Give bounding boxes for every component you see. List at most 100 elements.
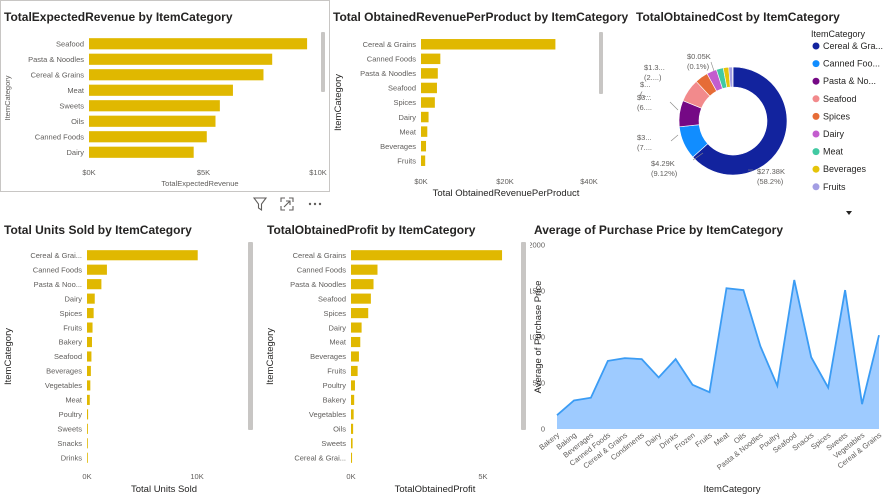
x-tick-label: $0K: [82, 168, 95, 177]
x-axis-title: TotalExpectedRevenue: [161, 179, 238, 188]
x-tick-label: 0K: [82, 472, 91, 481]
bar: [421, 97, 435, 108]
x-axis-title: TotalObtainedProfit: [395, 484, 476, 495]
obtained-profit-visual[interactable]: TotalObtainedProfit by ItemCategory Item…: [262, 218, 530, 501]
category-label: Meat: [329, 338, 347, 347]
obtained-cost-donut: $27.38K(58.2%)$4.29K(9.12%)$3...(7....$3…: [637, 29, 883, 192]
bar: [351, 423, 354, 434]
bar: [351, 380, 355, 391]
category-label: Sweets: [59, 101, 84, 110]
legend-item-label: Cereal & Gra...: [823, 41, 883, 51]
legend-item-label: Dairy: [823, 129, 845, 139]
units-sold-visual[interactable]: Total Units Sold by ItemCategory ItemCat…: [0, 218, 262, 501]
x-tick-label: Meat: [712, 430, 731, 448]
focus-mode-icon[interactable]: [279, 196, 295, 212]
expected-revenue-visual[interactable]: TotalExpectedRevenue by ItemCategory Ite…: [0, 0, 330, 192]
data-label-value: $3...: [637, 133, 652, 142]
category-label: Dairy: [398, 113, 416, 122]
category-label: Meat: [399, 127, 417, 136]
scrollbar[interactable]: [521, 242, 526, 430]
bar: [421, 53, 441, 65]
bar: [351, 264, 378, 275]
category-label: Cereal & Grains: [363, 40, 417, 49]
y-axis-title: Average of Purchase Price: [533, 281, 544, 394]
bar: [351, 250, 503, 261]
bar: [89, 100, 220, 112]
leader-line: [669, 101, 679, 111]
scrollbar[interactable]: [248, 242, 253, 430]
bar: [351, 351, 359, 362]
bar: [87, 438, 88, 449]
x-tick-label: 0K: [346, 472, 355, 481]
bar: [87, 250, 198, 261]
scrollbar[interactable]: [599, 32, 603, 94]
obtained-cost-visual[interactable]: TotalObtainedCost by ItemCategory $27.38…: [608, 0, 888, 222]
x-axis-title: Total ObtainedRevenuePerProduct: [433, 188, 580, 199]
category-label: Dairy: [64, 294, 82, 303]
legend-item-label: Beverages: [823, 164, 867, 174]
category-label: Seafood: [56, 39, 84, 48]
bar: [351, 438, 353, 449]
x-axis-title: Total Units Sold: [131, 484, 197, 495]
bar: [87, 308, 94, 319]
data-label-percent: (2....): [644, 73, 662, 82]
category-label: Pasta & Noo...: [34, 280, 82, 289]
category-label: Seafood: [54, 352, 82, 361]
category-label: Seafood: [388, 84, 416, 93]
bar: [351, 452, 353, 463]
category-label: Sweets: [321, 439, 346, 448]
category-label: Oils: [71, 117, 84, 126]
leader-line: [670, 134, 679, 142]
expected-revenue-chart: ItemCategory Seafood Pasta & Noodles Cereal…: [3, 38, 327, 188]
category-label: Cereal & Grains: [31, 70, 85, 79]
category-label: Vegetables: [309, 410, 346, 419]
avg-purchase-price-visual[interactable]: Average of Purchase Price by ItemCategor…: [530, 218, 888, 501]
bar: [351, 279, 374, 290]
legend-item-label: Seafood: [823, 94, 857, 104]
legend-item-label: Pasta & No...: [823, 76, 876, 86]
category-label: Cereal & Grains: [293, 251, 347, 260]
data-label-percent: (6....: [637, 103, 652, 112]
bar: [87, 279, 102, 290]
bar: [87, 293, 95, 304]
category-label: Cereal & Grai...: [294, 453, 346, 462]
bar: [89, 131, 207, 143]
legend-marker: [812, 165, 820, 173]
category-label: Beverages: [310, 352, 346, 361]
category-label: Canned Foods: [35, 132, 84, 141]
data-label-value: $4.29K: [651, 159, 675, 168]
x-tick-label: 10K: [190, 472, 203, 481]
data-label-percent: (58.2%): [757, 177, 784, 186]
legend-marker: [812, 112, 820, 120]
bar: [351, 308, 369, 319]
legend-marker: [812, 77, 820, 85]
category-label: Pasta & Noodles: [28, 55, 84, 64]
obtained-revenue-visual[interactable]: Total ObtainedRevenuePerProduct by ItemC…: [330, 0, 628, 205]
category-label: Cereal & Grai...: [30, 251, 82, 260]
data-label-value: $1.3...: [644, 63, 665, 72]
category-label: Spices: [323, 309, 346, 318]
category-label: Oils: [333, 425, 346, 434]
x-tick-label: $0K: [414, 177, 427, 186]
bar: [87, 409, 89, 420]
data-label-percent: (7....: [637, 143, 652, 152]
x-tick-label: 5K: [478, 472, 487, 481]
category-label: Canned Foods: [33, 265, 82, 274]
category-label: Poultry: [323, 381, 347, 390]
legend-item-label: Meat: [823, 147, 844, 157]
filter-icon[interactable]: [252, 196, 268, 212]
bar: [87, 452, 88, 463]
category-label: Beverages: [380, 142, 416, 151]
more-options-icon[interactable]: [307, 196, 323, 212]
category-label: Bakery: [59, 338, 83, 347]
category-label: Canned Foods: [297, 265, 346, 274]
x-tick-label: $10K: [309, 168, 327, 177]
bar: [421, 155, 426, 166]
x-tick-label: $40K: [580, 177, 598, 186]
category-label: Poultry: [59, 410, 83, 419]
data-label-value: $0.05K: [687, 52, 711, 61]
legend-scroll-down-icon[interactable]: [846, 211, 852, 215]
scrollbar[interactable]: [321, 32, 325, 92]
bar: [89, 84, 233, 96]
bar: [87, 322, 93, 333]
